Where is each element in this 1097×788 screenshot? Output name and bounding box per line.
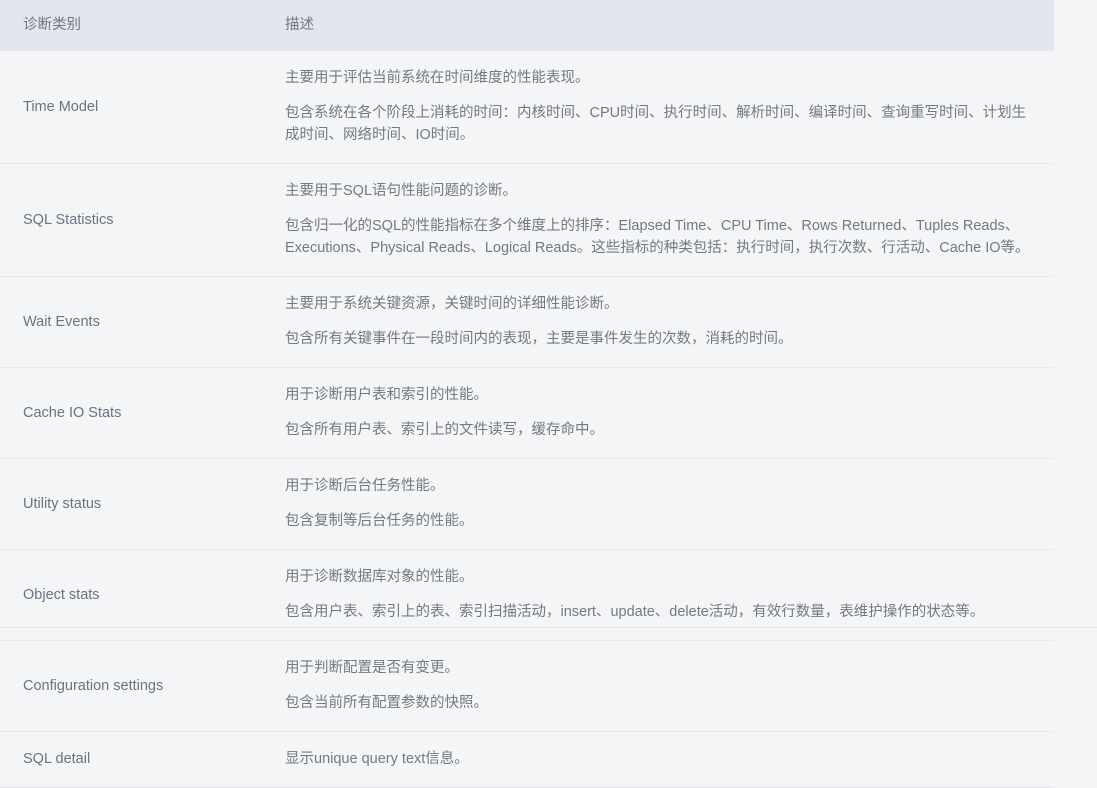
cell-description: 主要用于SQL语句性能问题的诊断。包含归一化的SQL的性能指标在多个维度上的排序… bbox=[285, 164, 1054, 277]
bottom-divider bbox=[0, 627, 1097, 628]
table-row: SQL Statistics 主要用于SQL语句性能问题的诊断。包含归一化的SQL… bbox=[0, 164, 1054, 277]
description-paragraph: 包含系统在各个阶段上消耗的时间：内核时间、CPU时间、执行时间、解析时间、编译时… bbox=[285, 105, 1027, 143]
table-header: 诊断类别 描述 bbox=[0, 0, 1054, 51]
cell-description: 显示unique query text信息。 bbox=[285, 732, 1054, 788]
diagnostic-categories-table: 诊断类别 描述 Time Model 主要用于评估当前系统在时间维度的性能表现。包… bbox=[0, 0, 1054, 788]
description-paragraph: 主要用于SQL语句性能问题的诊断。 bbox=[285, 183, 518, 199]
table-row: Wait Events 主要用于系统关键资源，关键时间的详细性能诊断。包含所有关键… bbox=[0, 277, 1054, 368]
cell-description: 用于诊断用户表和索引的性能。包含所有用户表、索引上的文件读写，缓存命中。 bbox=[285, 368, 1054, 459]
cell-category: Cache IO Stats bbox=[23, 404, 122, 421]
description-paragraph: 包含当前所有配置参数的快照。 bbox=[285, 695, 488, 711]
documentation-page: 诊断类别 描述 Time Model 主要用于评估当前系统在时间维度的性能表现。包… bbox=[0, 0, 1097, 788]
cell-category: Wait Events bbox=[23, 313, 100, 330]
cell-description: 用于判断配置是否有变更。包含当前所有配置参数的快照。 bbox=[285, 641, 1054, 732]
description-paragraph: 包含归一化的SQL的性能指标在多个维度上的排序：Elapsed Time、CPU… bbox=[285, 218, 1030, 256]
description-paragraph: 包含复制等后台任务的性能。 bbox=[285, 513, 474, 529]
table-row: SQL detail 显示unique query text信息。 bbox=[0, 732, 1054, 788]
cell-category: SQL detail bbox=[23, 751, 91, 767]
cell-description: 主要用于评估当前系统在时间维度的性能表现。包含系统在各个阶段上消耗的时间：内核时… bbox=[285, 51, 1054, 164]
description-paragraph: 用于诊断数据库对象的性能。 bbox=[285, 569, 474, 585]
table-body: Time Model 主要用于评估当前系统在时间维度的性能表现。包含系统在各个阶段… bbox=[0, 50, 1054, 788]
table-row: Time Model 主要用于评估当前系统在时间维度的性能表现。包含系统在各个阶段… bbox=[0, 50, 1054, 164]
description-paragraph: 包含所有关键事件在一段时间内的表现，主要是事件发生的次数，消耗的时间。 bbox=[285, 331, 793, 347]
cell-category: SQL Statistics bbox=[23, 211, 114, 228]
cell-category: Utility status bbox=[23, 495, 102, 512]
description-paragraph: 用于判断配置是否有变更。 bbox=[285, 660, 459, 676]
description-paragraph: 包含用户表、索引上的表、索引扫描活动，insert、update、delete活… bbox=[285, 604, 985, 620]
description-paragraph: 显示unique query text信息。 bbox=[285, 751, 469, 767]
table-header-row: 诊断类别 描述 bbox=[0, 0, 1054, 51]
column-header-category: 诊断类别 bbox=[23, 17, 81, 33]
description-paragraph: 主要用于系统关键资源，关键时间的详细性能诊断。 bbox=[285, 296, 619, 312]
column-header-description: 描述 bbox=[285, 17, 314, 33]
description-paragraph: 主要用于评估当前系统在时间维度的性能表现。 bbox=[285, 70, 590, 86]
cell-description: 用于诊断后台任务性能。包含复制等后台任务的性能。 bbox=[285, 459, 1054, 550]
description-paragraph: 包含所有用户表、索引上的文件读写，缓存命中。 bbox=[285, 422, 604, 438]
cell-category: Configuration settings bbox=[23, 677, 164, 694]
table-row: Configuration settings 用于判断配置是否有变更。包含当前所有… bbox=[0, 641, 1054, 732]
cell-category: Time Model bbox=[23, 98, 99, 115]
description-paragraph: 用于诊断后台任务性能。 bbox=[285, 478, 445, 494]
table-row: Cache IO Stats 用于诊断用户表和索引的性能。包含所有用户表、索引上的… bbox=[0, 368, 1054, 459]
cell-description: 主要用于系统关键资源，关键时间的详细性能诊断。包含所有关键事件在一段时间内的表现… bbox=[285, 277, 1054, 368]
table-row: Utility status 用于诊断后台任务性能。包含复制等后台任务的性能。 bbox=[0, 459, 1054, 550]
description-paragraph: 用于诊断用户表和索引的性能。 bbox=[285, 387, 488, 403]
